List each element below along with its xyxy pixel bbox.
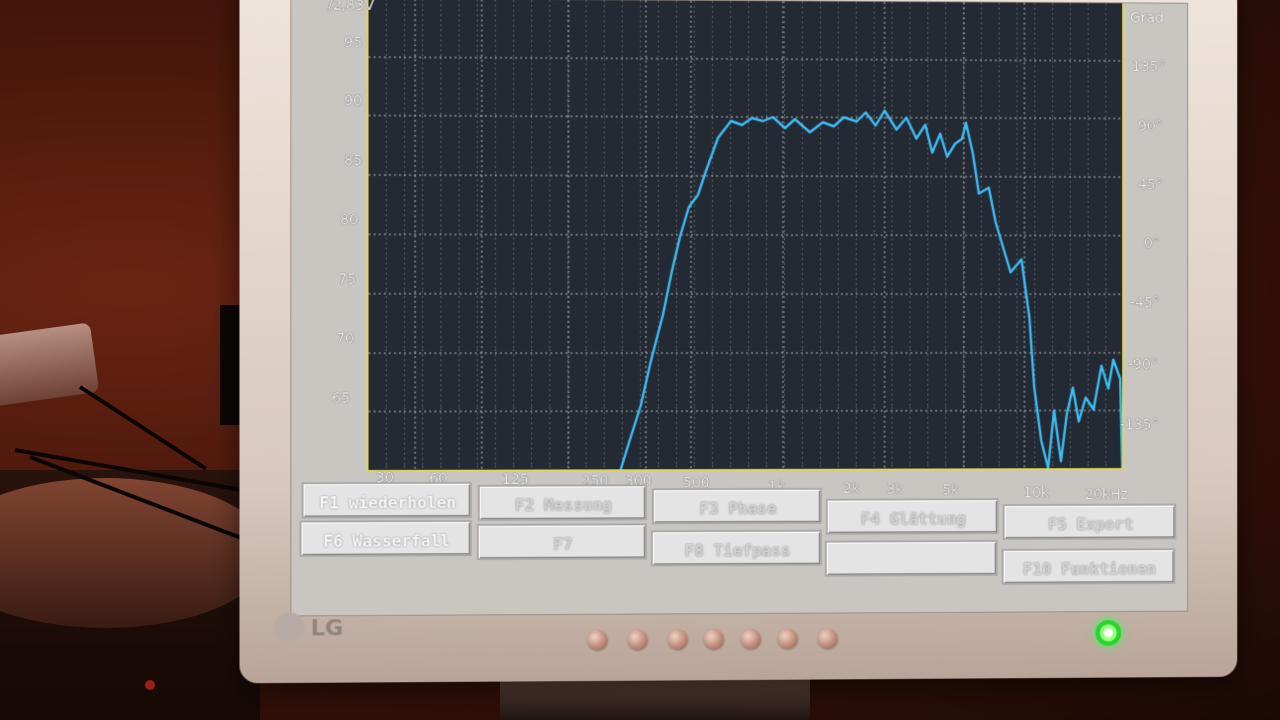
cable-1: [78, 385, 207, 471]
f8-lowpass-button[interactable]: F8 Tiefpass: [650, 529, 822, 567]
f5-export-button[interactable]: F5 Export: [1002, 503, 1177, 540]
frequency-response-plot: [366, 0, 1125, 472]
right-axis-tick-3: 0°: [1143, 235, 1160, 252]
right-axis-tick-6: -135°: [1120, 417, 1159, 434]
left-axis-tick-1: 90: [344, 93, 363, 110]
x-axis-tick-7: 2k: [842, 480, 860, 497]
f10-functions-button[interactable]: F10 Funktionen: [1001, 548, 1176, 585]
lg-logo-text: LG: [310, 616, 344, 642]
brightness-down-button[interactable]: [667, 629, 688, 650]
right-axis-tick-4: -45°: [1130, 295, 1160, 312]
f2-measurement-button[interactable]: F2 Messung: [477, 484, 647, 521]
right-axis-tick-1: 90°: [1137, 118, 1163, 135]
f3-phase-button[interactable]: F3 Phase: [651, 487, 822, 525]
x-axis-tick-11: 20kHz: [1084, 486, 1128, 503]
right-axis-tick-2: 45°: [1137, 177, 1163, 194]
volume-down-button[interactable]: [741, 628, 761, 650]
mode-button[interactable]: [627, 629, 648, 650]
auto-button[interactable]: [817, 628, 838, 649]
left-axis-tick-5: 70: [336, 331, 355, 348]
plot-svg: [368, 0, 1123, 470]
left-axis-tick-0: 95: [344, 34, 363, 52]
right-axis-tick-0: 135°: [1132, 58, 1166, 76]
left-axis-tick-4: 75: [338, 271, 357, 288]
left-axis-tick-3: 80: [340, 212, 359, 229]
blank-function-button[interactable]: [824, 539, 998, 577]
monitor-screen: /2,83V Grad 95 90 85 80 75 70 65 135° 90…: [290, 0, 1189, 617]
x-axis-tick-8: 3k: [886, 481, 904, 498]
volume-up-button[interactable]: [777, 628, 798, 649]
left-axis-tick-2: 85: [344, 152, 363, 169]
right-axis-tick-5: -90°: [1128, 356, 1158, 373]
brightness-up-button[interactable]: [703, 629, 724, 650]
desk-device: [0, 322, 100, 408]
voltage-label: /2,83V: [327, 0, 375, 14]
left-axis-tick-6: 65: [332, 390, 351, 407]
f7-button[interactable]: F7: [476, 523, 647, 561]
lg-logo-icon: [274, 612, 305, 643]
status-light: [145, 680, 155, 690]
phase-unit-label: Grad: [1130, 10, 1164, 27]
lg-monitor: /2,83V Grad 95 90 85 80 75 70 65 135° 90…: [239, 0, 1238, 684]
menu-button[interactable]: [587, 629, 608, 650]
x-axis-tick-10: 10k: [1023, 485, 1050, 502]
f1-repeat-button[interactable]: F1 wiederholen: [301, 481, 472, 519]
x-axis-tick-9: 5k: [942, 482, 960, 499]
f4-smoothing-button[interactable]: F4 Glättung: [825, 498, 999, 535]
f6-waterfall-button[interactable]: F6 Wasserfall: [299, 519, 472, 557]
grid: [368, 0, 1123, 470]
power-button[interactable]: [1095, 619, 1122, 646]
